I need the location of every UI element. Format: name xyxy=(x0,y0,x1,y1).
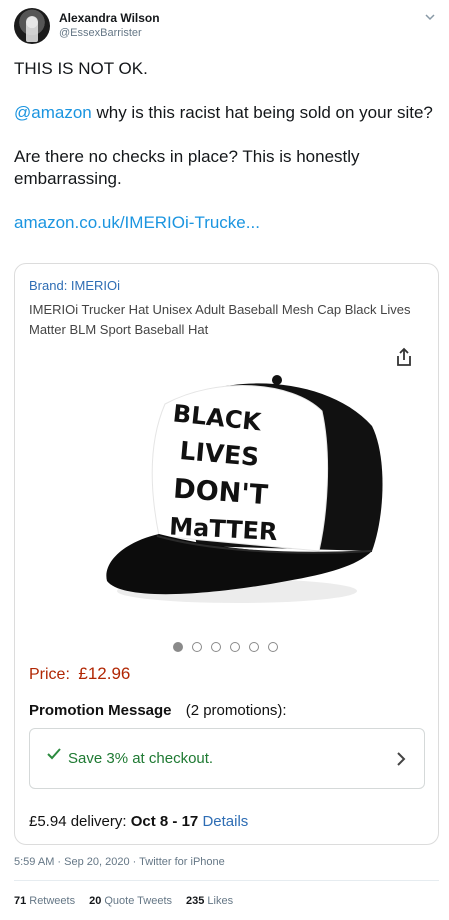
promotion-box[interactable]: Save 3% at checkout. xyxy=(29,728,425,789)
author-handle[interactable]: @EssexBarrister xyxy=(59,26,160,40)
divider xyxy=(14,880,439,881)
delivery-row: £5.94 delivery: Oct 8 - 17 Details xyxy=(29,813,248,830)
tweet-header: Alexandra Wilson @EssexBarrister xyxy=(14,8,439,44)
avatar[interactable] xyxy=(14,8,50,44)
mention-link[interactable]: @amazon xyxy=(14,103,92,122)
share-icon[interactable] xyxy=(393,346,415,368)
tweet-line-2-text: why is this racist hat being sold on you… xyxy=(91,103,433,122)
carousel-dot[interactable] xyxy=(192,642,202,652)
product-card[interactable]: Brand: IMERIOi IMERIOi Trucker Hat Unise… xyxy=(14,263,439,845)
price-label: Price: xyxy=(29,666,70,683)
tweet-stats: 71 Retweets 20 Quote Tweets 235 Likes xyxy=(14,895,233,907)
checkmark-icon xyxy=(47,748,61,760)
chevron-down-icon[interactable] xyxy=(423,10,437,24)
delivery-details-link[interactable]: Details xyxy=(202,813,248,830)
author-block[interactable]: Alexandra Wilson @EssexBarrister xyxy=(59,11,160,40)
delivery-prefix: £5.94 delivery: xyxy=(29,813,131,830)
tweet-url-link[interactable]: amazon.co.uk/IMERIOi-Trucke... xyxy=(14,212,434,234)
product-hat-image: BLACK LIVES DON'T MaTTER xyxy=(106,375,383,603)
delivery-dates: Oct 8 - 17 xyxy=(130,813,199,830)
hat-text-line-4: MaTTER xyxy=(169,512,279,546)
likes-stat[interactable]: 235 Likes xyxy=(186,895,233,907)
carousel-dot[interactable] xyxy=(211,642,221,652)
price-value: £12.96 xyxy=(78,664,131,683)
tweet-timestamp[interactable]: 5:59 AM · Sep 20, 2020 · Twitter for iPh… xyxy=(14,856,225,868)
chevron-right-icon[interactable] xyxy=(396,751,406,767)
tweet-line-2: @amazon why is this racist hat being sol… xyxy=(14,102,434,124)
carousel-dots xyxy=(173,642,293,656)
quote-tweets-stat[interactable]: 20 Quote Tweets xyxy=(89,895,172,907)
product-title: IMERIOi Trucker Hat Unisex Adult Basebal… xyxy=(29,302,411,337)
author-display-name[interactable]: Alexandra Wilson xyxy=(59,11,160,26)
promotion-header: Promotion Message (2 promotions): xyxy=(29,702,287,719)
hat-text-line-3: DON'T xyxy=(172,474,269,512)
tweet-line-1: THIS IS NOT OK. xyxy=(14,59,148,78)
retweets-stat[interactable]: 71 Retweets xyxy=(14,895,75,907)
carousel-dot[interactable] xyxy=(173,642,183,652)
carousel-dot[interactable] xyxy=(268,642,278,652)
brand-link[interactable]: Brand: IMERIOi xyxy=(29,278,120,293)
carousel-dot[interactable] xyxy=(249,642,259,652)
tweet-body: THIS IS NOT OK. @amazon why is this raci… xyxy=(14,58,434,256)
price-row: Price: £12.96 xyxy=(29,664,130,684)
promotion-text: Save 3% at checkout. xyxy=(68,750,214,767)
carousel-dot[interactable] xyxy=(230,642,240,652)
promotion-count: (2 promotions): xyxy=(185,702,287,719)
tweet-line-3: Are there no checks in place? This is ho… xyxy=(14,147,360,188)
promotion-title: Promotion Message xyxy=(29,702,172,719)
